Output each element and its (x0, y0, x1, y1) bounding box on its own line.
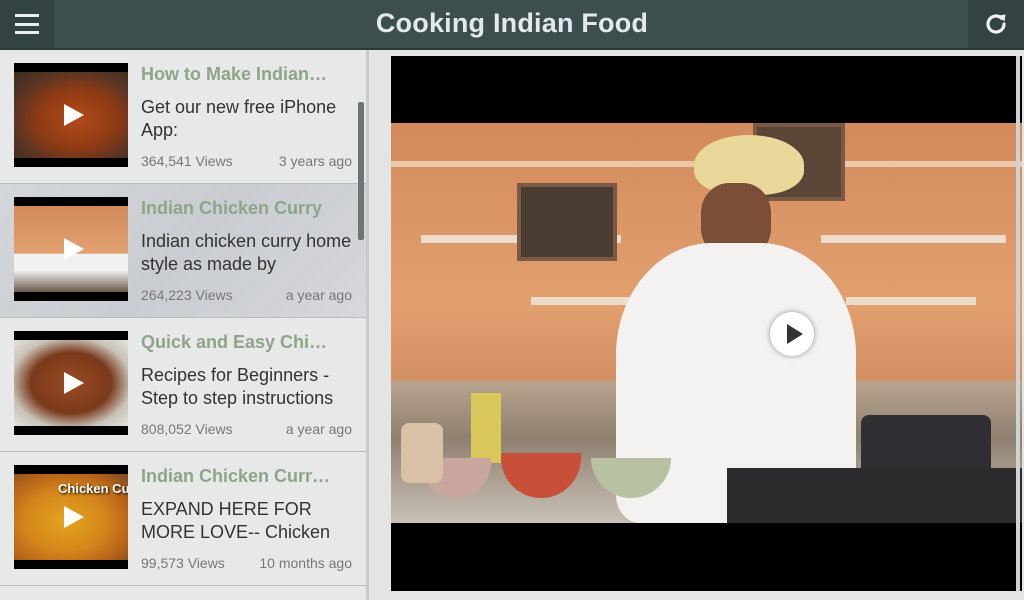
upload-age: a year ago (285, 287, 352, 303)
upload-age: 3 years ago (278, 153, 352, 169)
upload-age: 10 months ago (259, 555, 352, 571)
video-thumbnail[interactable]: Chicken Cu (14, 465, 128, 569)
pane-divider (366, 50, 369, 600)
list-item[interactable]: Indian Chicken Curry Indian chicken curr… (0, 184, 366, 318)
play-icon (64, 506, 84, 528)
video-frame (391, 123, 1022, 523)
video-description: EXPAND HERE FOR MORE LOVE-- Chicken (141, 499, 331, 542)
thumbnail-caption: Chicken Cu (58, 481, 128, 496)
play-icon (64, 104, 84, 126)
view-count: 264,223 Views (141, 287, 233, 303)
video-title[interactable]: Indian Chicken Curry (141, 198, 356, 219)
video-thumbnail[interactable] (14, 331, 128, 435)
video-title[interactable]: Indian Chicken Curr… (141, 466, 356, 487)
play-icon (64, 238, 84, 260)
view-count: 99,573 Views (141, 555, 225, 571)
video-thumbnail[interactable] (14, 63, 128, 167)
video-title[interactable]: How to Make Indian… (141, 64, 356, 85)
view-count: 808,052 Views (141, 421, 233, 437)
list-item[interactable]: Chicken Cu Indian Chicken Curr… EXPAND H… (0, 452, 366, 586)
video-thumbnail[interactable] (14, 197, 128, 301)
video-description: Recipes for Beginners - Step to step ins… (141, 365, 334, 408)
video-list[interactable]: How to Make Indian… Get our new free iPh… (0, 50, 366, 600)
refresh-button[interactable] (968, 0, 1024, 48)
list-item[interactable]: Quick and Easy Chi… Recipes for Beginner… (0, 318, 366, 452)
app-bar: Cooking Indian Food (0, 0, 1024, 50)
list-scrollbar[interactable] (358, 102, 364, 240)
video-description: Get our new free iPhone App: (141, 97, 337, 140)
play-icon[interactable] (770, 312, 814, 356)
video-title[interactable]: Quick and Easy Chi… (141, 332, 356, 353)
video-description: Indian chicken curry home style as made … (141, 231, 352, 274)
page-title: Cooking Indian Food (375, 8, 649, 38)
player-scrollbar[interactable] (1016, 56, 1020, 591)
list-item[interactable]: How to Make Indian… Get our new free iPh… (0, 50, 366, 184)
refresh-icon (986, 14, 1006, 34)
view-count: 364,541 Views (141, 153, 233, 169)
play-icon (64, 372, 84, 394)
upload-age: a year ago (285, 421, 352, 437)
video-player[interactable] (391, 56, 1022, 591)
